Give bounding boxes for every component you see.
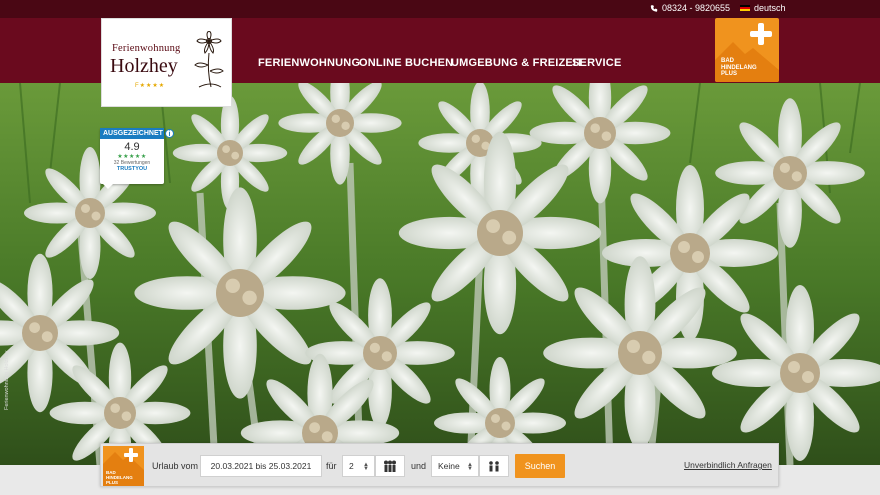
- edelweiss-logo-icon: [194, 31, 224, 88]
- and-label: und: [411, 461, 427, 471]
- plus-icon: [750, 23, 772, 45]
- info-icon[interactable]: i: [165, 129, 174, 138]
- trustyou-stars: ★★★★★: [117, 154, 147, 160]
- nav-service[interactable]: SERVICE: [572, 57, 622, 69]
- language-switcher[interactable]: deutsch: [740, 3, 786, 13]
- search-button[interactable]: Suchen: [515, 454, 565, 478]
- trustyou-badge[interactable]: AUSGEZEICHNET i 4.9 ★★★★★ 32 Bewertungen…: [100, 128, 174, 189]
- bad-hindelang-plus-badge[interactable]: BAD HINDELANG PLUS: [715, 18, 779, 82]
- trustyou-logo: TRUSTYOU: [116, 166, 148, 172]
- adults-icon: [384, 460, 396, 472]
- logo-line-2: Holzhey: [110, 55, 178, 77]
- select-arrows-icon: ▲ ▼: [363, 462, 369, 472]
- nav-online-buchen[interactable]: ONLINE BUCHEN: [359, 57, 453, 69]
- language-label: deutsch: [754, 3, 786, 13]
- phone-contact[interactable]: 08324 - 9820655: [650, 3, 730, 13]
- logo-line-1: Ferienwohnung: [112, 43, 181, 54]
- phone-icon: [650, 4, 658, 12]
- children-icon-box: [479, 455, 509, 477]
- booking-bar: BAD HINDELANG PLUS Urlaub vom 20.03.2021…: [100, 443, 779, 487]
- trustyou-score: 4.9: [124, 141, 140, 153]
- bad-hindelang-plus-small-badge: BAD HINDELANG PLUS: [103, 446, 144, 486]
- nav-umgebung-freizeit[interactable]: UMGEBUNG & FREIZEIT: [451, 57, 583, 69]
- logo-stars: F★★★★: [135, 83, 166, 89]
- photo-credit: Ferienwohnung Holzhey: [4, 350, 10, 410]
- request-link[interactable]: Unverbindlich Anfragen: [684, 460, 772, 470]
- adults-select[interactable]: 2 ▲ ▼: [342, 455, 375, 477]
- select-arrows-icon: ▲ ▼: [467, 462, 473, 472]
- german-flag-icon: [740, 4, 750, 12]
- for-label: für: [326, 461, 337, 471]
- date-range-input[interactable]: 20.03.2021 bis 25.03.2021: [200, 455, 322, 477]
- phone-number: 08324 - 9820655: [662, 3, 731, 13]
- adults-icon-box: [375, 455, 405, 477]
- nav-ferienwohnung[interactable]: FERIENWOHNUNG: [258, 57, 360, 69]
- children-icon: [489, 461, 499, 472]
- trustyou-header: AUSGEZEICHNET i: [100, 128, 174, 139]
- children-select[interactable]: Keine ▲ ▼: [431, 455, 479, 477]
- badge-text: BAD HINDELANG PLUS: [721, 58, 757, 77]
- site-logo[interactable]: Ferienwohnung Holzhey F★★★★: [101, 18, 232, 107]
- top-bar: 08324 - 9820655 deutsch: [0, 0, 880, 18]
- vacation-label: Urlaub vom: [152, 461, 199, 471]
- badge-pointer: [103, 184, 113, 189]
